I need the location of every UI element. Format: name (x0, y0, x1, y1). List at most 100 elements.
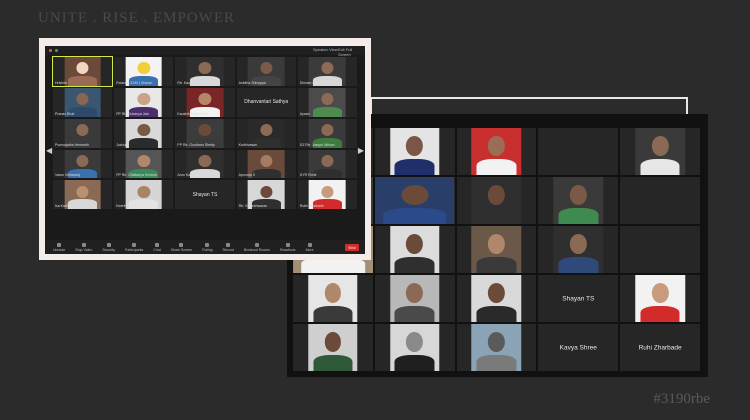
face-shape (76, 123, 89, 136)
exit-full-screen-button[interactable]: Exit Full Screen (338, 47, 365, 57)
participant-tile[interactable]: Joshua (114, 118, 174, 148)
participant-tile[interactable]: Ruthi Zharbade (297, 180, 357, 210)
participant-tile[interactable]: Isa Kadhanya (53, 180, 113, 210)
participant-tile[interactable]: PP Rtr. Goutham Shetty (175, 118, 235, 148)
toolbar-icon (132, 242, 137, 247)
participant-tile[interactable] (538, 177, 619, 224)
participant-tile[interactable] (620, 177, 700, 224)
face-shape (651, 136, 669, 157)
toolbar-button[interactable]: Share Screen (171, 242, 192, 252)
toolbar-icon (205, 242, 210, 247)
participant-tile[interactable]: Shayan TS (175, 180, 235, 210)
shield-icon (55, 49, 58, 52)
participant-tile[interactable]: PP Rtr. Sukanya Jain (114, 87, 174, 117)
participant-tile[interactable] (456, 177, 537, 224)
body-shape (382, 208, 447, 224)
body-shape (67, 76, 98, 86)
body-shape (312, 106, 343, 117)
participant-tile[interactable] (620, 226, 700, 273)
participant-video (471, 324, 522, 371)
toolbar-button[interactable]: Stop Video (75, 242, 92, 252)
participant-tile[interactable]: Hrishita (51, 56, 114, 87)
participant-name: Hrishita (55, 80, 67, 85)
participant-tile[interactable] (374, 324, 455, 371)
participant-tile[interactable]: Dhanvantari Sathya (236, 87, 296, 117)
participant-tile[interactable] (538, 226, 619, 273)
toolbar-button[interactable]: Record (223, 242, 234, 252)
toolbar-label: More (305, 247, 314, 252)
participant-tile[interactable] (620, 275, 700, 322)
speaker-view-button[interactable]: Speaker View (313, 47, 338, 52)
participant-tile[interactable]: Kaushik Raghuveer (175, 87, 235, 117)
toolbar-button[interactable]: Participants (125, 242, 143, 252)
end-meeting-button[interactable]: End (345, 244, 359, 251)
participant-video (635, 128, 685, 175)
participant-name: Shayan TS (192, 191, 218, 198)
participant-name: Kruthivasan (238, 142, 258, 147)
participant-tile[interactable]: Poorvajatha Hemanth (53, 118, 113, 148)
body-shape (313, 306, 353, 322)
toolbar-button[interactable]: Chat (153, 242, 161, 252)
participant-tile[interactable] (374, 128, 455, 175)
chevron-left-icon[interactable]: ◀ (46, 146, 52, 155)
participant-tile[interactable]: Apoorva S (236, 149, 296, 179)
participant-video (471, 128, 522, 175)
participant-name: PP Rtr. Goutham Shetty (177, 142, 215, 147)
face-shape (76, 154, 89, 167)
participant-tile[interactable]: Ayaan (297, 87, 357, 117)
participant-tile[interactable]: Shivam Ladhe (297, 57, 357, 86)
participant-tile[interactable] (374, 177, 455, 224)
participant-tile[interactable]: DZ Rtr. Joseph Wilson (297, 118, 357, 148)
participant-tile[interactable] (620, 128, 700, 175)
participant-tile[interactable] (538, 128, 619, 175)
toolbar-button[interactable]: Security (102, 242, 115, 252)
toolbar-button[interactable]: Unmute (53, 242, 65, 252)
chevron-right-icon[interactable]: ▶ (358, 146, 364, 155)
toolbar-button[interactable]: Reactions (280, 242, 296, 252)
participant-tile[interactable]: Rtr. Kaushik (175, 57, 235, 86)
participant-tile[interactable] (374, 275, 455, 322)
toolbar-icon (307, 242, 312, 247)
participant-tile[interactable] (456, 275, 537, 322)
participant-tile[interactable]: Kruthivasan (236, 118, 296, 148)
close-icon[interactable] (49, 49, 52, 52)
participant-tile[interactable]: Pranav Bhat (53, 87, 113, 117)
participant-tile[interactable]: Rtr. Vigneshwaran (236, 180, 296, 210)
toolbar-button[interactable]: More (305, 242, 314, 252)
participant-tile[interactable]: PP Rtr. Chaitanya Krishna (114, 149, 174, 179)
participant-tile[interactable]: Kavya Shree (538, 324, 619, 371)
face-shape (488, 332, 505, 353)
participant-tile[interactable] (293, 275, 373, 322)
participant-tile[interactable]: Ruhi Zharbade (620, 324, 700, 371)
toolbar-button[interactable]: Polling (202, 242, 213, 252)
participant-video (389, 226, 440, 273)
participant-video (309, 87, 346, 117)
participant-tile[interactable] (456, 128, 537, 175)
face-shape (259, 185, 273, 198)
participant-tile[interactable]: Shayan TS (538, 275, 619, 322)
participant-name: Isa Kadhanya (55, 204, 77, 209)
participant-video (553, 226, 604, 273)
toolbar-button[interactable]: Breakout Rooms (244, 242, 270, 252)
body-shape (129, 137, 159, 148)
participant-name: Dhanvantari Sathya (244, 99, 289, 106)
participant-tile[interactable] (456, 324, 537, 371)
face-shape (488, 234, 505, 255)
participant-video (308, 275, 358, 322)
participant-tile[interactable]: Ankitha Shivappa (236, 57, 296, 86)
participant-tile[interactable] (293, 324, 373, 371)
participant-video (389, 128, 440, 175)
participant-tile[interactable] (456, 226, 537, 273)
participant-tile[interactable]: Arun Kashyap (175, 149, 235, 179)
face-shape (569, 185, 587, 206)
participant-tile[interactable]: Varun Vishwaraj (53, 149, 113, 179)
face-shape (401, 185, 429, 206)
participant-tile[interactable]: Keerthy Reddy (114, 180, 174, 210)
participant-name: Kaushik Raghuveer (177, 111, 208, 116)
toolbar-icon (285, 242, 290, 247)
participant-tile[interactable]: DYR Rohit (297, 149, 357, 179)
face-shape (76, 93, 89, 106)
participant-tile[interactable]: Rotaract 3190 | Sharan (114, 57, 174, 86)
participant-video (471, 177, 522, 224)
participant-tile[interactable] (374, 226, 455, 273)
